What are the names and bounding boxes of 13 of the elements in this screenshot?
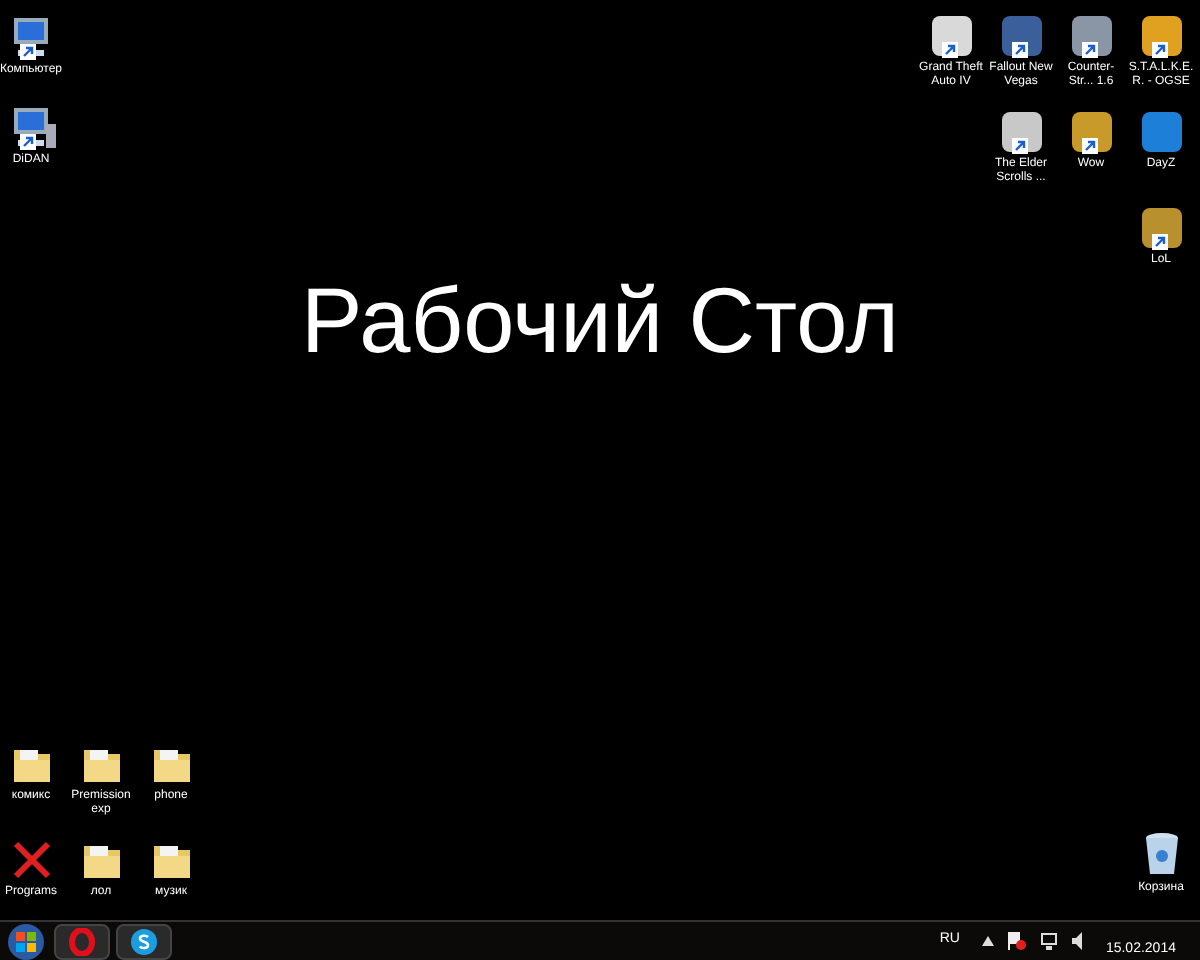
opera-logo-icon	[68, 927, 96, 955]
cross-icon	[9, 838, 53, 882]
windows-logo-icon	[16, 931, 36, 951]
network-icon[interactable]	[1039, 932, 1058, 950]
flag-icon[interactable]	[1007, 932, 1026, 950]
up-arrow-icon[interactable]	[981, 936, 994, 946]
app-icon	[1139, 110, 1183, 154]
start-button[interactable]	[8, 923, 44, 959]
speaker-icon[interactable]	[1071, 932, 1088, 950]
taskbar-button[interactable]	[116, 923, 172, 959]
desktop-heading: Рабочий Стол	[301, 265, 899, 375]
skype-logo-icon	[130, 927, 158, 955]
recycle-bin-icon	[1141, 830, 1181, 878]
